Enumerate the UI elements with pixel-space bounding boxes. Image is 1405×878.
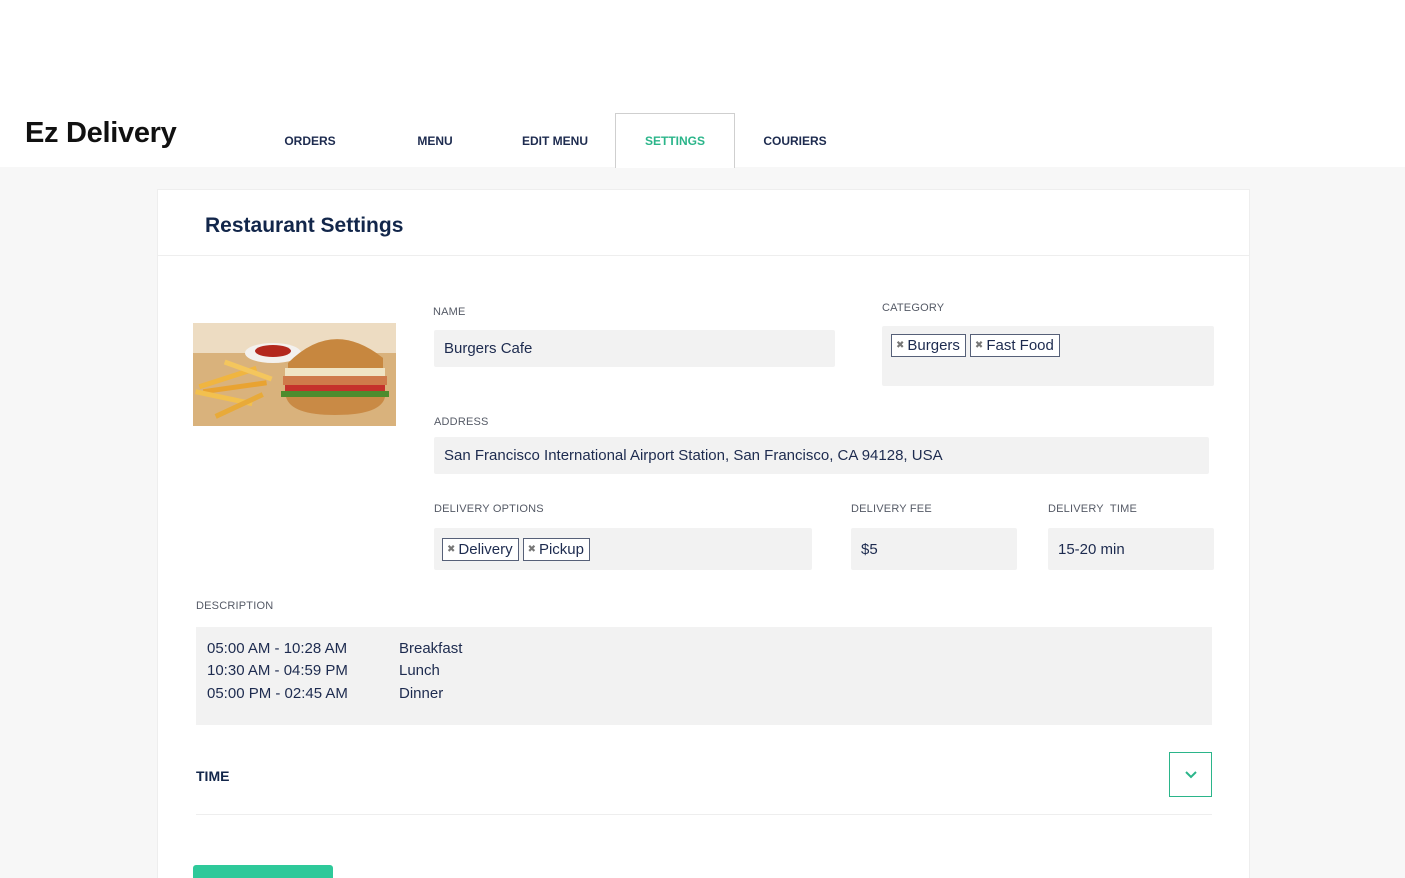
- close-icon[interactable]: ✖: [528, 544, 536, 555]
- address-label: ADDRESS: [434, 416, 489, 428]
- category-tag[interactable]: ✖ Fast Food: [969, 334, 1060, 357]
- card-header: Restaurant Settings: [158, 190, 1249, 256]
- name-label: NAME: [433, 306, 466, 318]
- burger-image-icon: [193, 323, 396, 426]
- delivery-options-label: DELIVERY OPTIONS: [434, 503, 544, 515]
- category-label: CATEGORY: [882, 302, 945, 314]
- description-row: 05:00 PM - 02:45 AM Dinner: [207, 682, 1201, 705]
- close-icon[interactable]: ✖: [447, 544, 455, 555]
- description-meal: Dinner: [399, 684, 444, 702]
- tab-settings[interactable]: SETTINGS: [615, 113, 735, 168]
- delivery-option-tag-label: Pickup: [538, 540, 584, 558]
- description-time: 10:30 AM - 04:59 PM: [207, 662, 348, 680]
- tab-menu[interactable]: MENU: [375, 113, 495, 168]
- description-field[interactable]: 05:00 AM - 10:28 AM Breakfast 10:30 AM -…: [196, 627, 1212, 725]
- tab-edit-menu[interactable]: EDIT MENU: [495, 113, 615, 168]
- delivery-time-field[interactable]: 15-20 min: [1048, 528, 1214, 570]
- delivery-time-label: DELIVERY TIME: [1048, 503, 1138, 515]
- time-section-label: TIME: [196, 768, 230, 784]
- category-field[interactable]: ✖ Burgers ✖ Fast Food: [882, 326, 1214, 386]
- category-tag-label: Fast Food: [986, 337, 1054, 354]
- app-logo[interactable]: Ez Delivery: [25, 117, 177, 150]
- description-time: 05:00 PM - 02:45 AM: [207, 684, 348, 702]
- delivery-option-tag[interactable]: ✖ Pickup: [522, 537, 590, 561]
- description-time: 05:00 AM - 10:28 AM: [207, 639, 348, 657]
- category-tag[interactable]: ✖ Burgers: [891, 334, 966, 357]
- page-title: Restaurant Settings: [205, 214, 404, 237]
- description-row: 10:30 AM - 04:59 PM Lunch: [207, 660, 1201, 683]
- delivery-option-tag[interactable]: ✖ Delivery: [442, 537, 519, 561]
- category-tag-label: Burgers: [907, 337, 960, 354]
- time-expand-button[interactable]: [1169, 752, 1212, 797]
- description-label: DESCRIPTION: [196, 600, 274, 612]
- divider: [196, 814, 1212, 815]
- delivery-option-tag-label: Delivery: [458, 540, 513, 558]
- name-field[interactable]: Burgers Cafe: [434, 330, 835, 367]
- tab-orders[interactable]: ORDERS: [250, 113, 370, 168]
- description-meal: Breakfast: [399, 639, 463, 657]
- delivery-fee-label: DELIVERY FEE: [851, 503, 932, 515]
- app-header: Ez Delivery ORDERS MENU EDIT MENU SETTIN…: [0, 0, 1405, 168]
- description-row: 05:00 AM - 10:28 AM Breakfast: [207, 637, 1201, 660]
- address-field[interactable]: San Francisco International Airport Stat…: [434, 437, 1209, 474]
- delivery-fee-field[interactable]: $5: [851, 528, 1017, 570]
- close-icon[interactable]: ✖: [896, 340, 904, 351]
- delivery-options-field[interactable]: ✖ Delivery ✖ Pickup: [434, 528, 812, 570]
- tab-couriers[interactable]: COURIERS: [735, 113, 855, 168]
- restaurant-photo[interactable]: [193, 323, 396, 426]
- save-button[interactable]: [193, 865, 333, 878]
- settings-card: Restaurant Settings NAME Burgers Cafe CA…: [157, 189, 1250, 878]
- close-icon[interactable]: ✖: [975, 340, 983, 351]
- chevron-down-icon: [1184, 770, 1197, 778]
- description-meal: Lunch: [399, 662, 440, 680]
